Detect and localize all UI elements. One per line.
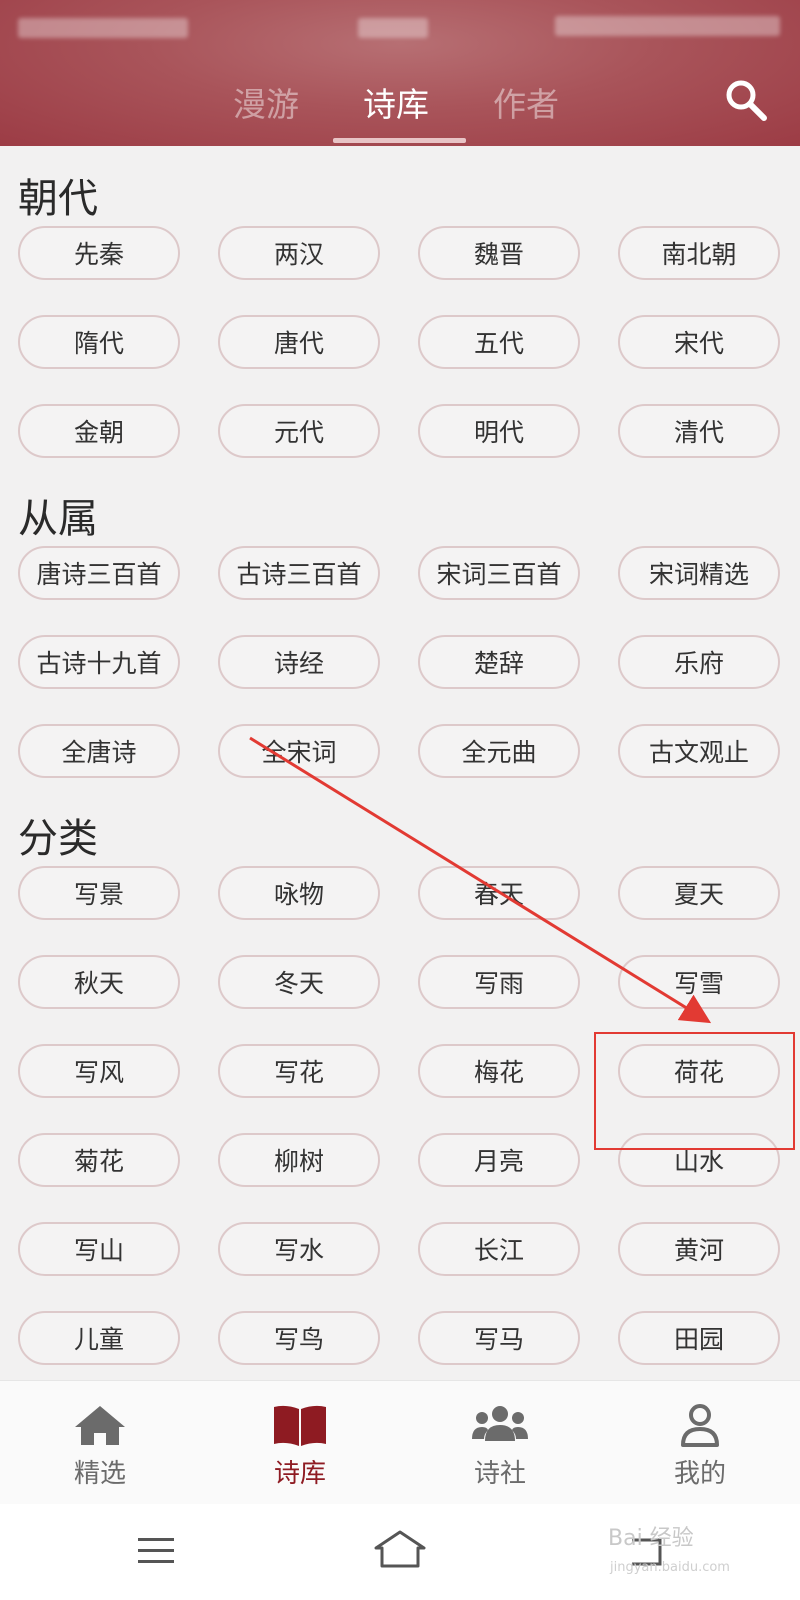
chip-2-10[interactable]: 梅花 (418, 1044, 580, 1098)
chip-0-6[interactable]: 五代 (418, 315, 580, 369)
chip-2-9[interactable]: 写花 (218, 1044, 380, 1098)
chip-1-9[interactable]: 全宋词 (218, 724, 380, 778)
tab-shiku[interactable]: 诗库 (363, 78, 429, 126)
chip-1-7[interactable]: 乐府 (618, 635, 780, 689)
chip-1-8[interactable]: 全唐诗 (18, 724, 180, 778)
top-tabs: 漫游 诗库 作者 (0, 72, 800, 146)
chip-2-19[interactable]: 黄河 (618, 1222, 780, 1276)
chip-2-23[interactable]: 田园 (618, 1311, 780, 1365)
nav-item-wode[interactable]: 我的 (600, 1381, 800, 1505)
chip-2-13[interactable]: 柳树 (218, 1133, 380, 1187)
chip-2-0[interactable]: 写景 (18, 866, 180, 920)
users-icon (472, 1406, 528, 1441)
chip-1-1[interactable]: 古诗三百首 (218, 546, 380, 600)
system-navigation-bar (0, 1504, 800, 1600)
chip-2-7[interactable]: 写雪 (618, 955, 780, 1009)
chip-1-0[interactable]: 唐诗三百首 (18, 546, 180, 600)
chip-0-7[interactable]: 宋代 (618, 315, 780, 369)
chip-2-20[interactable]: 儿童 (18, 1311, 180, 1365)
section-title-collection: 从属 (18, 496, 98, 542)
bottom-navigation: 精选 诗库 诗社 我的 (0, 1380, 800, 1505)
nav-item-jingxuan[interactable]: 精选 (0, 1381, 200, 1505)
chip-2-22[interactable]: 写马 (418, 1311, 580, 1365)
chip-0-0[interactable]: 先秦 (18, 226, 180, 280)
search-button[interactable] (722, 76, 770, 124)
chip-0-10[interactable]: 明代 (418, 404, 580, 458)
chip-0-2[interactable]: 魏晋 (418, 226, 580, 280)
chip-1-10[interactable]: 全元曲 (418, 724, 580, 778)
chip-2-6[interactable]: 写雨 (418, 955, 580, 1009)
nav-item-shiku[interactable]: 诗库 (200, 1381, 400, 1505)
status-right-blurred (555, 16, 780, 36)
chip-0-8[interactable]: 金朝 (18, 404, 180, 458)
chip-0-11[interactable]: 清代 (618, 404, 780, 458)
chip-2-5[interactable]: 冬天 (218, 955, 380, 1009)
tab-manyou[interactable]: 漫游 (233, 78, 299, 126)
chip-2-16[interactable]: 写山 (18, 1222, 180, 1276)
chip-1-11[interactable]: 古文观止 (618, 724, 780, 778)
home-key-icon[interactable] (372, 1526, 428, 1570)
nav-label-shiku: 诗库 (273, 1459, 326, 1489)
chip-2-8[interactable]: 写风 (18, 1044, 180, 1098)
status-left-blurred (18, 18, 188, 38)
chip-2-12[interactable]: 菊花 (18, 1133, 180, 1187)
chip-1-6[interactable]: 楚辞 (418, 635, 580, 689)
home-icon (75, 1406, 125, 1445)
watermark-subtext: jingyan.baidu.com (610, 1560, 730, 1575)
menu-icon[interactable] (136, 1534, 176, 1568)
status-center-blurred (358, 18, 428, 38)
chip-1-4[interactable]: 古诗十九首 (18, 635, 180, 689)
user-icon (681, 1404, 719, 1447)
chip-1-5[interactable]: 诗经 (218, 635, 380, 689)
chip-2-3[interactable]: 夏天 (618, 866, 780, 920)
book-icon (274, 1405, 326, 1446)
chip-0-5[interactable]: 唐代 (218, 315, 380, 369)
chip-2-17[interactable]: 写水 (218, 1222, 380, 1276)
library-content: 朝代 从属 分类 先秦 两汉 魏晋 南北朝 隋代 唐代 五代 宋代 金朝 元代 明代 清代 唐诗三百首古… (0, 146, 800, 1366)
chip-2-21[interactable]: 写鸟 (218, 1311, 380, 1365)
annotation-highlight-box (594, 1032, 795, 1150)
nav-label-wode: 我的 (673, 1459, 726, 1489)
chip-2-18[interactable]: 长江 (418, 1222, 580, 1276)
app-header: 漫游 诗库 作者 (0, 0, 800, 146)
chip-1-2[interactable]: 宋词三百首 (418, 546, 580, 600)
section-title-dynasty: 朝代 (18, 176, 98, 222)
watermark-text: Bai 经验 (608, 1526, 694, 1551)
chip-0-4[interactable]: 隋代 (18, 315, 180, 369)
section-title-category: 分类 (18, 816, 98, 862)
status-bar (0, 0, 800, 56)
tab-zuozhe[interactable]: 作者 (493, 78, 559, 126)
chip-2-1[interactable]: 咏物 (218, 866, 380, 920)
chip-2-4[interactable]: 秋天 (18, 955, 180, 1009)
chip-1-3[interactable]: 宋词精选 (618, 546, 780, 600)
chip-0-1[interactable]: 两汉 (218, 226, 380, 280)
nav-label-shishe: 诗社 (473, 1459, 526, 1489)
active-tab-indicator (333, 138, 466, 143)
nav-label-jingxuan: 精选 (73, 1459, 126, 1489)
chip-2-2[interactable]: 春天 (418, 866, 580, 920)
search-icon (726, 80, 767, 121)
chip-0-3[interactable]: 南北朝 (618, 226, 780, 280)
nav-item-shishe[interactable]: 诗社 (400, 1381, 600, 1505)
chip-0-9[interactable]: 元代 (218, 404, 380, 458)
chip-2-14[interactable]: 月亮 (418, 1133, 580, 1187)
